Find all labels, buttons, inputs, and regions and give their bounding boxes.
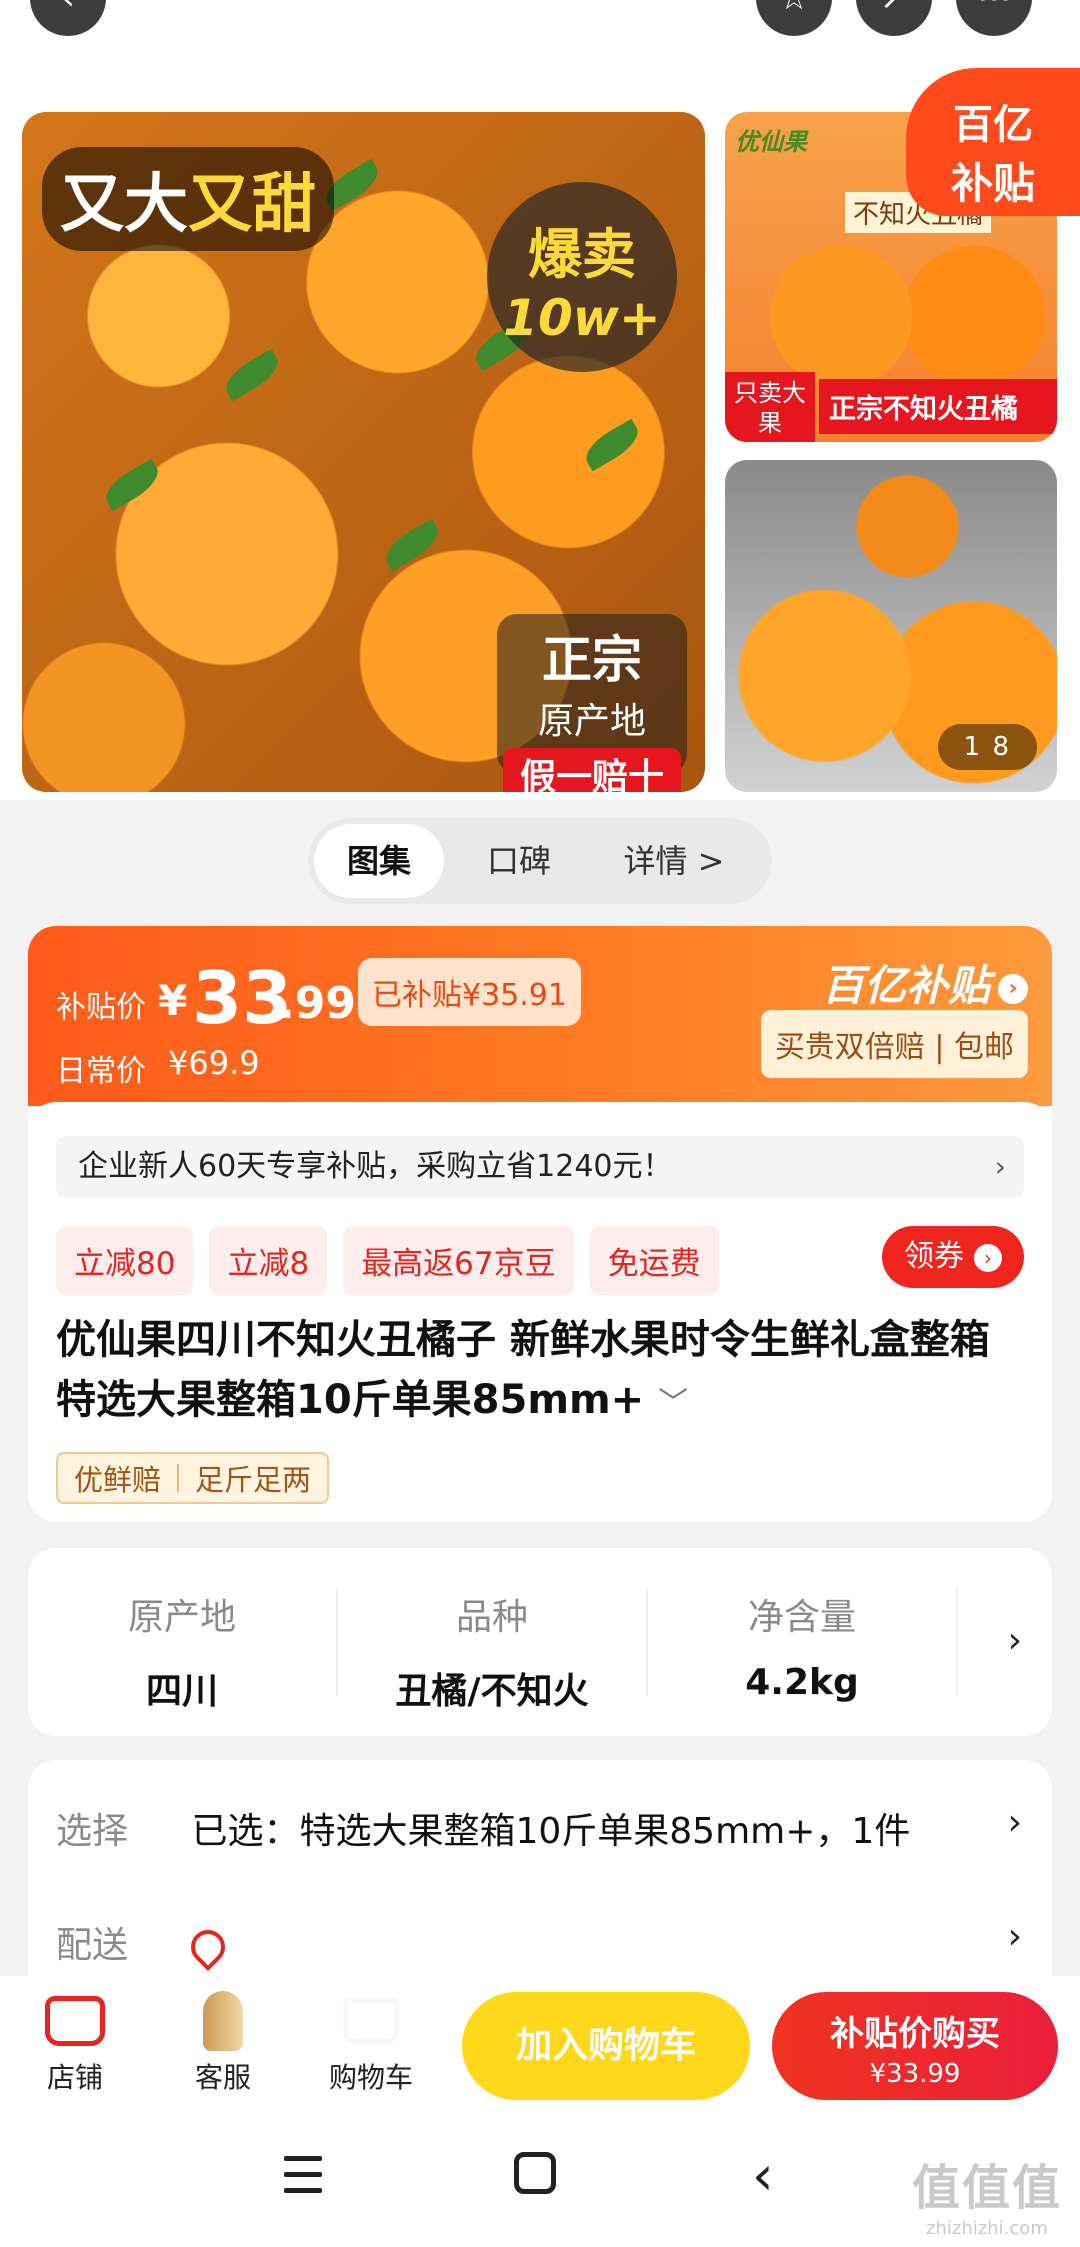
buy-now-button[interactable]: 补贴价购买 ¥33.99 [772,1992,1058,2100]
hot-sale-badge: 爆卖 10w+ [487,182,677,372]
guarantee-tag: 买贵双倍赔 | 包邮 [760,1010,1028,1078]
customer-service-icon [203,1991,243,2051]
main-product-image[interactable]: 又大又甜 爆卖 10w+ 正宗 原产地 假一赔十 [22,112,705,792]
price-decimal: .99 [278,978,356,1029]
promo-chip[interactable]: 免运费 [589,1226,719,1295]
only-big-fruit-tag: 只卖大果 [725,372,815,442]
leaf-decoration [219,348,285,402]
price-label: 补贴价 [56,990,146,1025]
leaf-decoration [579,418,645,472]
image-headline: 又大又甜 [42,147,334,251]
product-title[interactable]: 优仙果四川不知火丑橘子 新鲜水果时令生鲜礼盒整箱 特选大果整箱10斤单果85mm… [56,1310,1024,1434]
location-pin-icon [184,1922,233,1972]
brand-label: 优仙果 [735,128,807,156]
spec-net-weight: 净含量 4.2kg [648,1588,958,1703]
promo-chip[interactable]: 最高返67京豆 [343,1226,574,1295]
daily-price-label: 日常价 [56,1054,146,1089]
bottom-action-bar: 店铺 客服 购物车 加入购物车 补贴价购买 ¥33.99 [0,1976,1080,2116]
back-arrow-icon: ‹ [61,0,75,18]
home-icon[interactable] [514,2152,556,2194]
chevron-right-icon: › [998,973,1028,1004]
chevron-right-icon: › [1007,1620,1022,1661]
thumbnail-image-hand[interactable]: 1 8 [725,460,1057,792]
spec-origin: 原产地 四川 [28,1588,338,1712]
product-info: 企业新人60天专享补贴，采购立省1240元！ › 立减80 立减8 最高返67京… [28,1102,1052,1522]
promo-chips: 立减80 立减8 最高返67京豆 免运费 [56,1226,719,1295]
subsidized-amount-badge: 已补贴¥35.91 [358,958,581,1026]
origin-guarantee-badge: 正宗 原产地 假一赔十 [497,614,687,792]
store-icon [45,1996,105,2046]
page-indicator: 1 8 [937,724,1037,770]
add-to-cart-button[interactable]: 加入购物车 [462,1992,750,2100]
subsidy-corner-badge: 百亿 补贴 [906,68,1080,216]
billion-subsidy-logo[interactable]: 百亿补贴 › [822,952,1028,1013]
recent-apps-icon[interactable] [284,2156,322,2204]
price-card: 补贴价 ¥ 33 .99 已补贴¥35.91 日常价 ¥69.9 百亿补贴 › 买… [28,926,1052,1522]
promo-chip[interactable]: 立减8 [209,1226,328,1295]
selection-row[interactable]: 选择 已选：特选大果整箱10斤单果85mm+，1件 [56,1802,910,1854]
price-currency: ¥ [158,976,188,1025]
selection-key: 选择 [56,1811,129,1852]
system-navigation-bar: ‹ 值值值 zhizhizhi.com [0,2116,1080,2247]
gallery-tabs: 图集 口碑 详情 > [308,818,772,904]
tab-details[interactable]: 详情 > [594,824,754,898]
customer-service-button[interactable]: 客服 [168,1986,278,2096]
daily-price-value: ¥69.9 [168,1044,260,1082]
leaf-decoration [99,458,165,512]
spec-variety: 品种 丑橘/不知火 [338,1588,648,1712]
cart-button[interactable]: 购物车 [316,1986,426,2096]
system-back-icon[interactable]: ‹ [752,2144,774,2207]
watermark-logo: 值值值 zhizhizhi.com [911,2160,1062,2239]
expand-chevron-icon[interactable]: ﹀ [658,1386,688,1421]
cart-icon [343,1998,399,2044]
get-coupon-button[interactable]: 领券 › [882,1226,1024,1288]
delivery-key: 配送 [56,1925,129,1966]
price-header: 补贴价 ¥ 33 .99 已补贴¥35.91 日常价 ¥69.9 百亿补贴 › 买… [28,926,1052,1106]
more-icon: ⋯ [977,0,1011,18]
store-button[interactable]: 店铺 [20,1986,130,2096]
delivery-row[interactable]: 配送 [56,1916,233,1972]
service-tag: 足斤足两 [195,1463,312,1497]
chevron-right-icon: › [1007,1802,1022,1843]
enterprise-promo-bar[interactable]: 企业新人60天专享补贴，采购立省1240元！ › [56,1136,1024,1198]
product-gallery[interactable]: 又大又甜 爆卖 10w+ 正宗 原产地 假一赔十 优仙果 不知火丑橘 只卖大果 … [0,0,1080,800]
genuine-tag: 正宗不知火丑橘 [819,379,1057,434]
promo-chip[interactable]: 立减80 [56,1226,194,1295]
tab-reviews[interactable]: 口碑 [444,824,594,898]
star-icon: ☆ [779,0,809,18]
share-icon: ↗ [880,0,909,18]
service-tags[interactable]: 优鲜赔 足斤足两 [56,1452,330,1504]
service-tag: 优鲜赔 [74,1463,162,1497]
leaf-decoration [379,518,445,572]
chevron-right-icon: › [994,1150,1006,1183]
chevron-right-icon: › [974,1243,1002,1272]
selection-value: 已选：特选大果整箱10斤单果85mm+，1件 [191,1811,911,1852]
chevron-right-icon: › [1007,1916,1022,1957]
spec-summary[interactable]: 原产地 四川 品种 丑橘/不知火 净含量 4.2kg › [28,1548,1052,1736]
tab-gallery[interactable]: 图集 [314,824,444,898]
